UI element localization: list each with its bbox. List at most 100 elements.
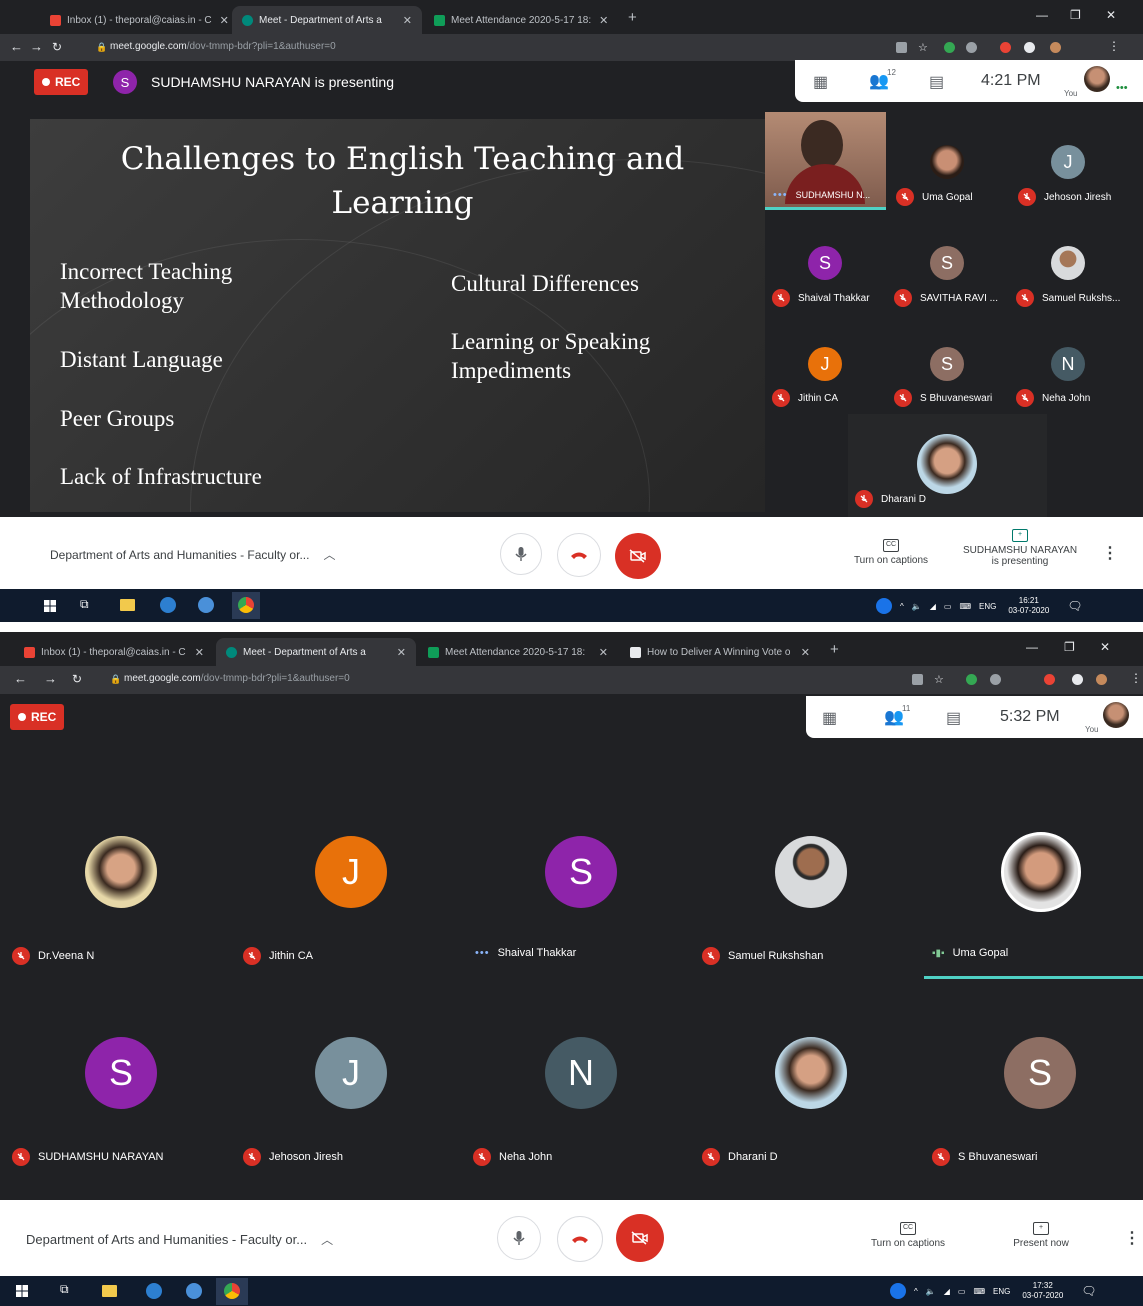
globe-icon[interactable] — [186, 1283, 202, 1299]
chrome-icon[interactable] — [238, 597, 254, 613]
mic-button[interactable] — [497, 1216, 541, 1260]
forward-icon[interactable]: → — [44, 671, 57, 686]
reload-icon[interactable]: ↻ — [52, 40, 62, 54]
tab-meet[interactable]: Meet - Department of Arts a ✕ — [216, 638, 416, 666]
minimize-icon[interactable]: — — [1026, 640, 1038, 654]
chat-icon[interactable]: ▤ — [929, 72, 944, 92]
camera-icon[interactable] — [896, 42, 907, 53]
help-icon[interactable] — [890, 1283, 906, 1299]
url-input[interactable]: meet.google.com/dov-tmmp-bdr?pli=1&authu… — [110, 41, 336, 52]
extension-icon[interactable] — [1000, 42, 1011, 53]
notification-icon[interactable]: 🗨 — [1067, 599, 1082, 613]
mic-button[interactable] — [500, 533, 542, 575]
windows-start-icon[interactable] — [44, 600, 56, 612]
taskbar-clock[interactable]: 17:32 03-07-2020 — [1022, 1281, 1063, 1301]
task-view-icon[interactable]: ⧉ — [60, 1282, 69, 1297]
chevron-up-icon[interactable]: ^ — [900, 602, 904, 611]
more-options-icon[interactable]: ⋮ — [1102, 543, 1118, 563]
meeting-details-icon[interactable]: ▦ — [822, 708, 837, 728]
file-explorer-icon[interactable] — [120, 599, 135, 611]
extension-icon[interactable] — [966, 674, 977, 685]
more-options-icon[interactable]: ⋮ — [1124, 1228, 1140, 1248]
new-tab-icon[interactable]: + — [628, 9, 637, 26]
tab-article[interactable]: How to Deliver A Winning Vote o ✕ — [620, 638, 820, 666]
battery-icon[interactable]: ▭ — [944, 602, 952, 611]
star-icon[interactable]: ☆ — [934, 673, 944, 686]
language-indicator[interactable]: ENG — [979, 602, 996, 611]
taskbar-clock[interactable]: 16:21 03-07-2020 — [1008, 596, 1049, 616]
participant-video[interactable]: ••• SUDHAMSHU N... — [765, 112, 886, 210]
keyboard-icon[interactable]: ⌨ — [973, 1287, 985, 1296]
edge-icon[interactable] — [146, 1283, 162, 1299]
extension-icon[interactable] — [990, 674, 1001, 685]
star-icon[interactable]: ☆ — [918, 41, 928, 54]
camera-off-button[interactable] — [616, 1214, 664, 1262]
battery-icon[interactable]: ▭ — [958, 1287, 966, 1296]
url-input[interactable]: meet.google.com/dov-tmmp-bdr?pli=1&authu… — [124, 673, 350, 684]
chat-icon[interactable]: ▤ — [946, 708, 961, 728]
tab-inbox[interactable]: Inbox (1) - theporal@caias.in - C ✕ — [40, 6, 230, 34]
minimize-icon[interactable]: — — [1036, 8, 1048, 22]
people-icon[interactable]: 👥 — [869, 71, 889, 91]
menu-icon[interactable]: ⋮ — [1130, 671, 1142, 685]
profile-icon[interactable] — [1096, 674, 1107, 685]
extension-icon[interactable] — [966, 42, 977, 53]
close-icon[interactable]: ✕ — [591, 646, 608, 659]
restore-icon[interactable]: ❐ — [1070, 8, 1081, 22]
edge-icon[interactable] — [160, 597, 176, 613]
restore-icon[interactable]: ❐ — [1064, 640, 1075, 654]
meeting-title[interactable]: Department of Arts and Humanities - Facu… — [26, 1231, 333, 1248]
people-icon[interactable]: 👥 — [884, 707, 904, 727]
notification-icon[interactable]: 🗨 — [1081, 1284, 1096, 1298]
menu-icon[interactable]: ⋮ — [1108, 39, 1120, 53]
tab-meet[interactable]: Meet - Department of Arts a ✕ — [232, 6, 422, 34]
close-window-icon[interactable]: ✕ — [1100, 640, 1110, 654]
captions-button[interactable]: CC Turn on captions — [848, 539, 934, 566]
tab-attendance[interactable]: Meet Attendance 2020-5-17 18: ✕ — [418, 638, 618, 666]
keyboard-icon[interactable]: ⌨ — [959, 602, 971, 611]
meeting-details-icon[interactable]: ▦ — [813, 72, 828, 92]
meeting-title[interactable]: Department of Arts and Humanities - Facu… — [50, 546, 335, 563]
volume-icon[interactable]: 🔈 — [926, 1287, 936, 1296]
profile-icon[interactable] — [1050, 42, 1061, 53]
close-icon[interactable]: ✕ — [793, 646, 810, 659]
close-icon[interactable]: ✕ — [389, 646, 406, 659]
present-button[interactable]: + SUDHAMSHU NARAYAN is presenting — [955, 529, 1085, 567]
self-avatar[interactable] — [1084, 66, 1110, 92]
close-icon[interactable]: ✕ — [187, 646, 204, 659]
hang-up-button[interactable] — [557, 1216, 603, 1262]
new-tab-icon[interactable]: + — [830, 641, 839, 658]
tab-inbox[interactable]: Inbox (1) - theporal@caias.in - C ✕ — [14, 638, 214, 666]
close-icon[interactable]: ✕ — [212, 14, 229, 27]
back-icon[interactable]: ← — [10, 39, 23, 54]
windows-start-icon[interactable] — [16, 1285, 28, 1297]
chrome-icon[interactable] — [224, 1283, 240, 1299]
language-indicator[interactable]: ENG — [993, 1287, 1010, 1296]
present-now-button[interactable]: + Present now — [998, 1222, 1084, 1249]
network-icon[interactable]: ◢ — [944, 1287, 950, 1296]
puzzle-icon[interactable] — [1024, 42, 1035, 53]
close-icon[interactable]: ✕ — [395, 14, 412, 27]
task-view-icon[interactable]: ⧉ — [80, 597, 89, 612]
globe-icon[interactable] — [198, 597, 214, 613]
forward-icon[interactable]: → — [30, 39, 43, 54]
close-window-icon[interactable]: ✕ — [1106, 8, 1116, 22]
puzzle-icon[interactable] — [1072, 674, 1083, 685]
captions-button[interactable]: CC Turn on captions — [860, 1222, 956, 1249]
hang-up-button[interactable] — [557, 533, 601, 577]
chevron-up-icon[interactable]: ^ — [914, 1287, 918, 1296]
tab-attendance[interactable]: Meet Attendance 2020-5-17 18: ✕ — [424, 6, 616, 34]
volume-icon[interactable]: 🔈 — [912, 602, 922, 611]
close-icon[interactable]: ✕ — [591, 14, 608, 27]
self-avatar[interactable] — [1103, 702, 1129, 728]
camera-off-button[interactable] — [615, 533, 661, 579]
network-icon[interactable]: ◢ — [930, 602, 936, 611]
help-icon[interactable] — [876, 598, 892, 614]
reload-icon[interactable]: ↻ — [72, 672, 82, 686]
more-dots-icon[interactable]: ••• — [1116, 82, 1128, 94]
extension-icon[interactable] — [1044, 674, 1055, 685]
camera-icon[interactable] — [912, 674, 923, 685]
back-icon[interactable]: ← — [14, 671, 27, 686]
file-explorer-icon[interactable] — [102, 1285, 117, 1297]
extension-icon[interactable] — [944, 42, 955, 53]
